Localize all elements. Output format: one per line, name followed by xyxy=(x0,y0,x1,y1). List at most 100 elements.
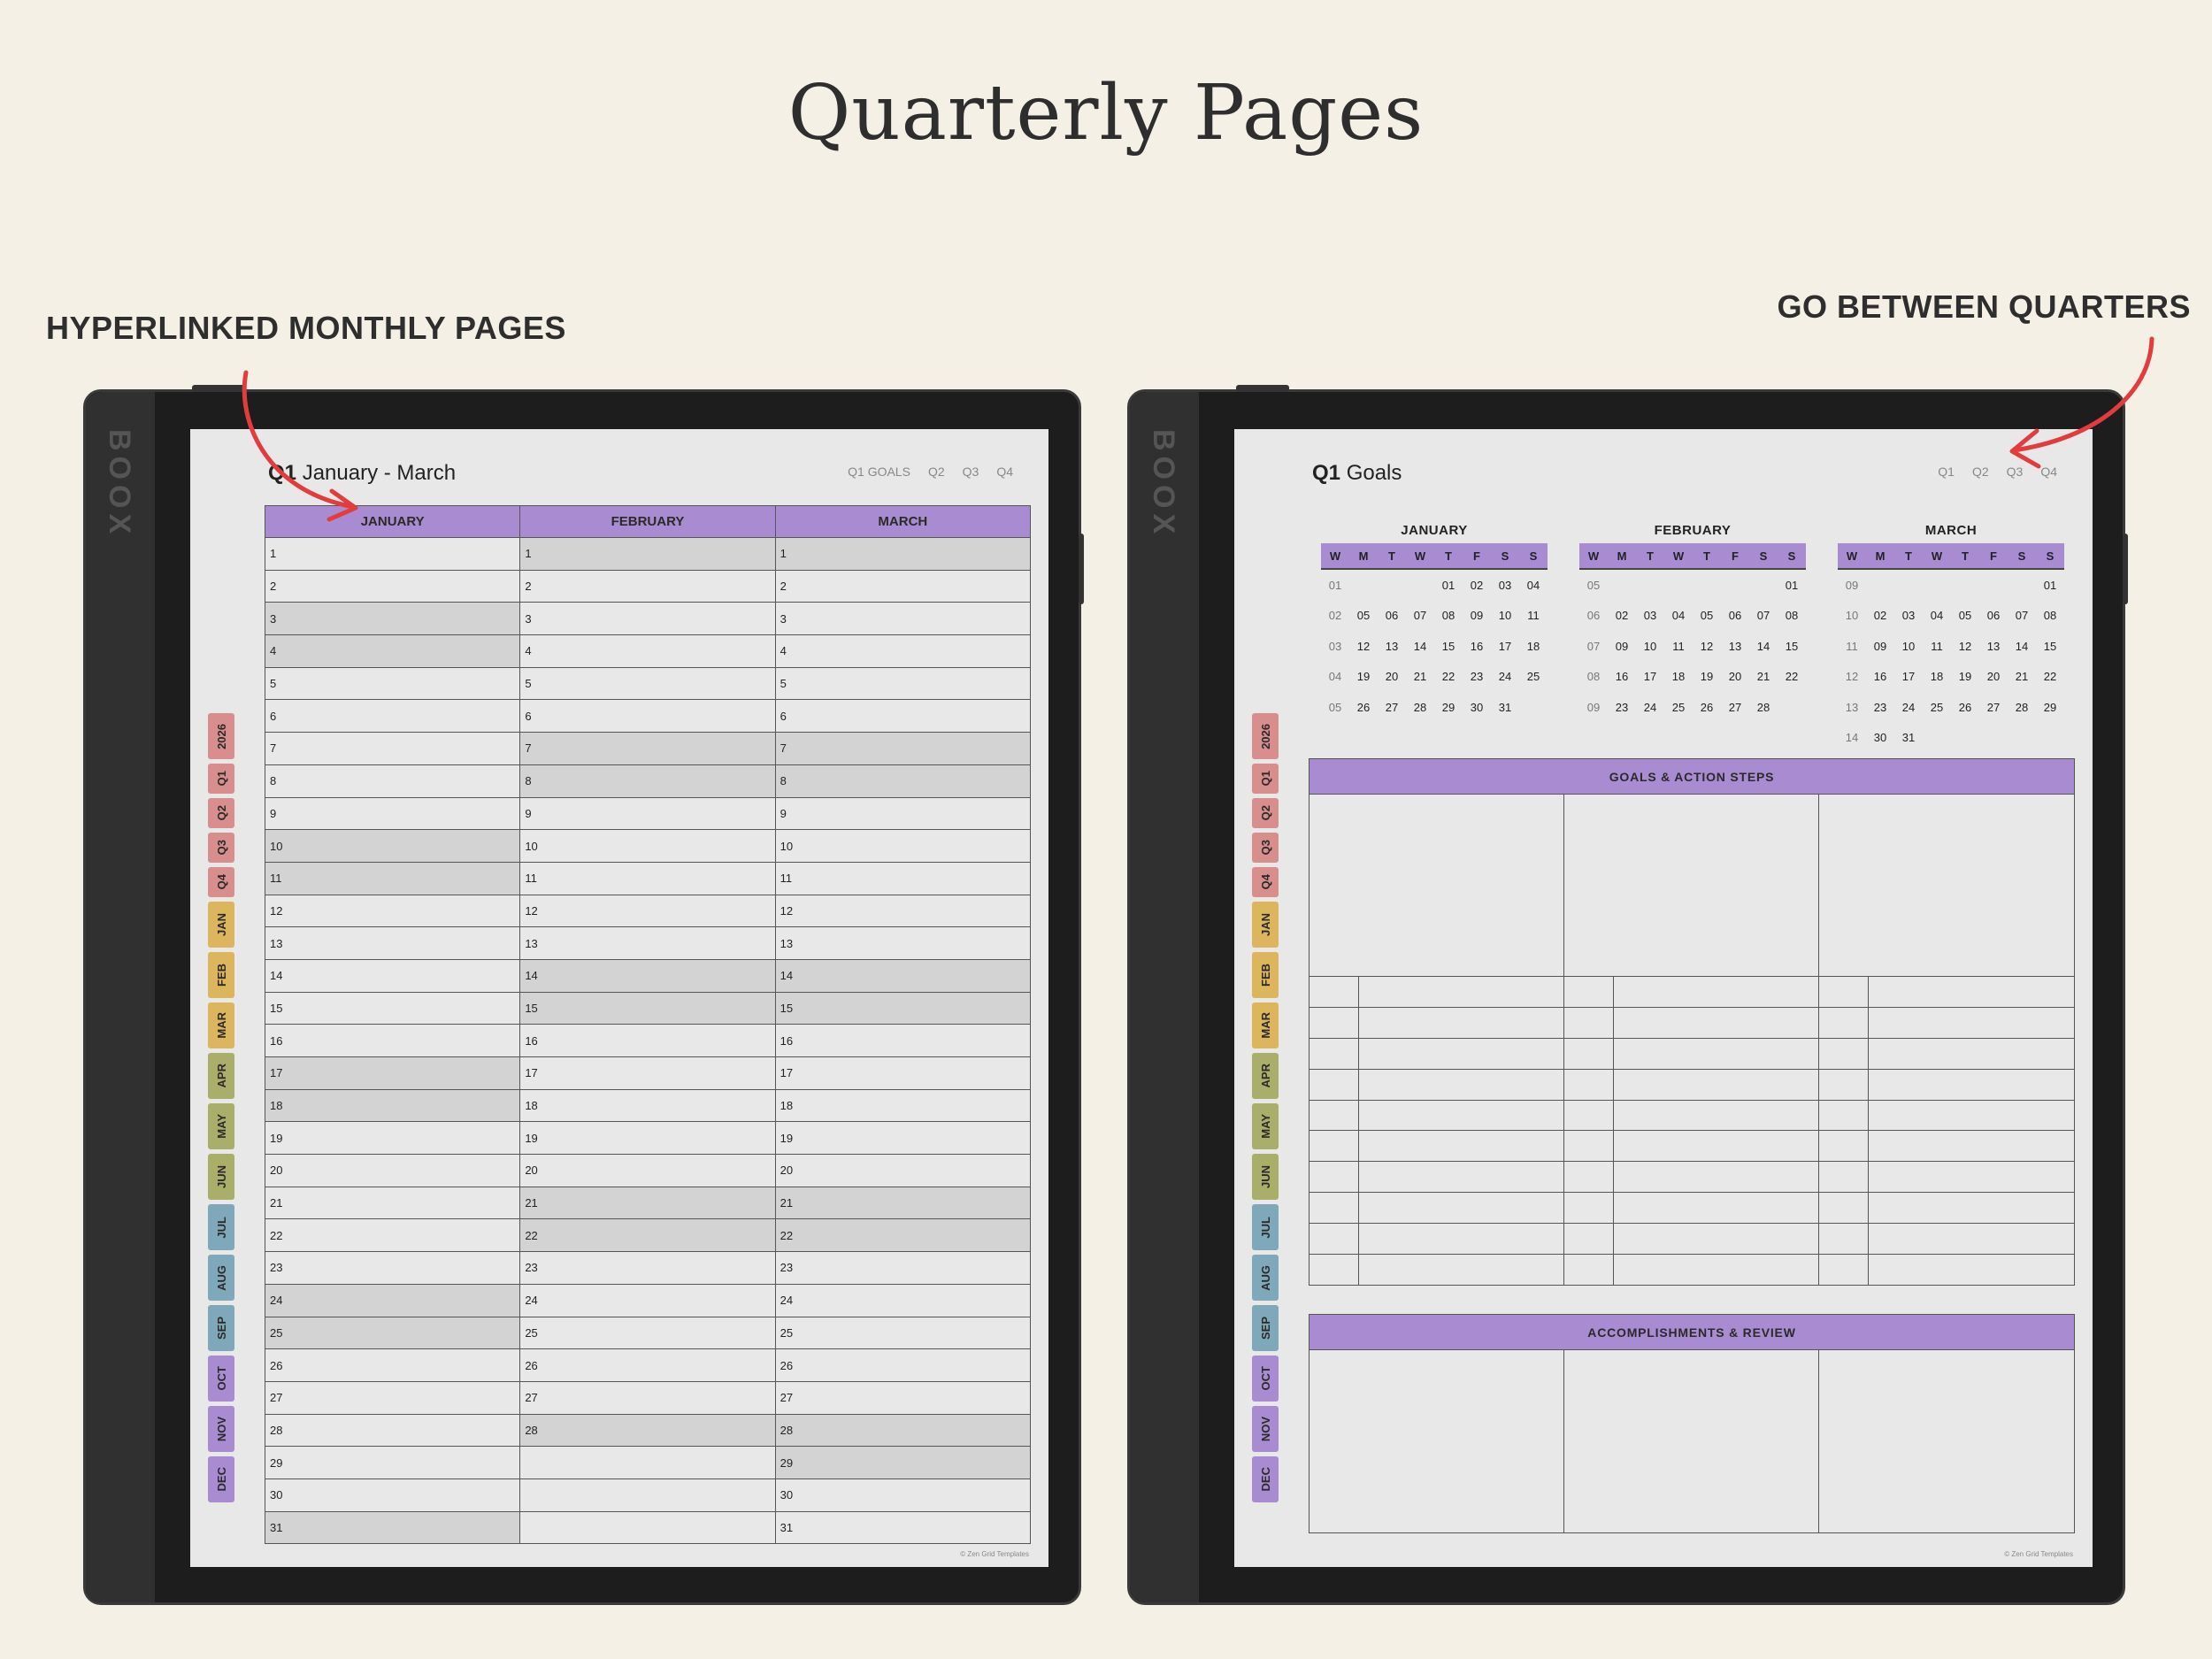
action-checkbox[interactable] xyxy=(1310,1131,1359,1163)
day-cell[interactable]: 9 xyxy=(264,796,521,831)
day-cell[interactable]: 23 xyxy=(519,1251,776,1285)
day-cell[interactable]: 5 xyxy=(774,666,1032,701)
day-cell[interactable]: 19 xyxy=(264,1121,521,1156)
tab-nov[interactable]: NOV xyxy=(208,1406,234,1452)
day-number[interactable]: 08 xyxy=(1778,609,1806,622)
day-cell[interactable]: 8 xyxy=(264,764,521,798)
day-cell[interactable]: 2 xyxy=(519,569,776,603)
day-number[interactable]: 04 xyxy=(1664,609,1693,622)
day-number[interactable]: 01 xyxy=(1434,579,1463,592)
action-checkbox[interactable] xyxy=(1819,977,1869,1008)
day-cell[interactable]: 20 xyxy=(774,1154,1032,1187)
day-cell[interactable]: 13 xyxy=(774,926,1032,960)
day-number[interactable]: 23 xyxy=(1608,701,1636,714)
action-checkbox[interactable] xyxy=(1310,1255,1359,1286)
day-cell[interactable]: 26 xyxy=(264,1348,521,1382)
action-checkbox[interactable] xyxy=(1310,977,1359,1008)
day-cell[interactable]: 25 xyxy=(519,1316,776,1350)
day-cell[interactable]: 6 xyxy=(264,699,521,733)
day-number[interactable]: 24 xyxy=(1894,701,1923,714)
tab-q1[interactable]: Q1 xyxy=(208,764,234,794)
day-number[interactable]: 04 xyxy=(1519,579,1548,592)
day-cell[interactable] xyxy=(519,1478,776,1512)
action-step-line[interactable] xyxy=(1359,1255,1564,1286)
day-cell[interactable]: 21 xyxy=(264,1186,521,1220)
day-number[interactable]: 13 xyxy=(1721,640,1749,653)
action-step-line[interactable] xyxy=(1614,1131,1819,1163)
tab-jun[interactable]: JUN xyxy=(1252,1154,1279,1200)
day-number[interactable]: 07 xyxy=(1749,609,1778,622)
action-checkbox[interactable] xyxy=(1819,1224,1869,1256)
action-step-line[interactable] xyxy=(1614,977,1819,1008)
day-number[interactable]: 10 xyxy=(1636,640,1664,653)
tab-may[interactable]: MAY xyxy=(208,1103,234,1149)
day-number[interactable]: 19 xyxy=(1693,670,1721,683)
day-cell[interactable]: 7 xyxy=(774,732,1032,765)
action-step-line[interactable] xyxy=(1869,977,2074,1008)
day-number[interactable]: 27 xyxy=(1721,701,1749,714)
day-cell[interactable]: 20 xyxy=(264,1154,521,1187)
day-number[interactable]: 18 xyxy=(1664,670,1693,683)
day-number[interactable]: 12 xyxy=(1349,640,1378,653)
day-number[interactable]: 09 xyxy=(1608,640,1636,653)
tab-mar[interactable]: MAR xyxy=(208,1002,234,1048)
day-cell[interactable]: 31 xyxy=(264,1510,521,1545)
action-checkbox[interactable] xyxy=(1819,1069,1869,1101)
tab-may[interactable]: MAY xyxy=(1252,1103,1279,1149)
day-number[interactable]: 11 xyxy=(1664,640,1693,653)
action-step-line[interactable] xyxy=(1359,1131,1564,1163)
tab-aug[interactable]: AUG xyxy=(208,1255,234,1301)
day-cell[interactable]: 18 xyxy=(774,1088,1032,1123)
day-number[interactable]: 17 xyxy=(1491,640,1519,653)
day-number[interactable]: 17 xyxy=(1636,670,1664,683)
day-cell[interactable]: 19 xyxy=(774,1121,1032,1156)
tab-dec[interactable]: DEC xyxy=(208,1456,234,1502)
day-number[interactable]: 16 xyxy=(1463,640,1491,653)
day-cell[interactable]: 25 xyxy=(264,1316,521,1350)
tab-mar[interactable]: MAR xyxy=(1252,1002,1279,1048)
day-cell[interactable]: 10 xyxy=(264,829,521,863)
day-cell[interactable]: 17 xyxy=(774,1056,1032,1090)
day-number[interactable]: 04 xyxy=(1923,609,1951,622)
day-number[interactable]: 21 xyxy=(1749,670,1778,683)
day-cell[interactable]: 12 xyxy=(264,894,521,928)
day-cell[interactable]: 25 xyxy=(774,1316,1032,1350)
day-cell[interactable]: 10 xyxy=(774,829,1032,863)
tab-aug[interactable]: AUG xyxy=(1252,1255,1279,1301)
action-checkbox[interactable] xyxy=(1819,1038,1869,1070)
day-number[interactable]: 06 xyxy=(1721,609,1749,622)
day-cell[interactable]: 30 xyxy=(264,1478,521,1512)
tab-oct[interactable]: OCT xyxy=(1252,1356,1279,1402)
nav-link-q2[interactable]: Q2 xyxy=(1972,465,1989,479)
nav-link-q1[interactable]: Q1 xyxy=(1938,465,1955,479)
day-number[interactable]: 06 xyxy=(1378,609,1406,622)
day-number[interactable]: 02 xyxy=(1463,579,1491,592)
day-cell[interactable]: 2 xyxy=(264,569,521,603)
day-cell[interactable]: 28 xyxy=(774,1413,1032,1448)
nav-link-q2[interactable]: Q2 xyxy=(928,465,945,479)
day-number[interactable]: 20 xyxy=(1378,670,1406,683)
action-step-line[interactable] xyxy=(1614,1193,1819,1225)
day-number[interactable]: 10 xyxy=(1894,640,1923,653)
tab-feb[interactable]: FEB xyxy=(208,952,234,998)
action-step-line[interactable] xyxy=(1614,1100,1819,1132)
day-number[interactable]: 21 xyxy=(1406,670,1434,683)
goal-box[interactable] xyxy=(1310,795,1564,976)
action-checkbox[interactable] xyxy=(1819,1007,1869,1039)
goal-box[interactable] xyxy=(1564,795,1819,976)
day-cell[interactable]: 16 xyxy=(264,1024,521,1057)
action-checkbox[interactable] xyxy=(1564,1193,1614,1225)
day-cell[interactable]: 5 xyxy=(519,666,776,701)
day-cell[interactable]: 4 xyxy=(774,634,1032,668)
day-number[interactable]: 07 xyxy=(1406,609,1434,622)
day-cell[interactable]: 11 xyxy=(519,861,776,895)
tab-sep[interactable]: SEP xyxy=(208,1305,234,1351)
day-cell[interactable]: 19 xyxy=(519,1121,776,1156)
day-cell[interactable]: 27 xyxy=(519,1380,776,1415)
day-number[interactable]: 09 xyxy=(1866,640,1894,653)
day-number[interactable]: 30 xyxy=(1463,701,1491,714)
day-cell[interactable]: 6 xyxy=(774,699,1032,733)
action-step-line[interactable] xyxy=(1359,977,1564,1008)
day-number[interactable]: 14 xyxy=(2008,640,2036,653)
day-number[interactable]: 28 xyxy=(1749,701,1778,714)
